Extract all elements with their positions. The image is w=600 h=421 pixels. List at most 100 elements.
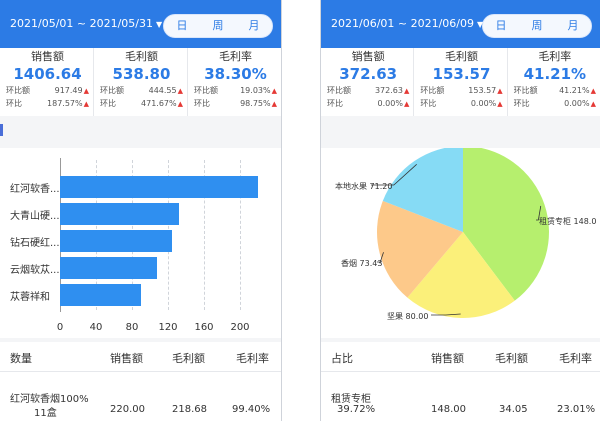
left-summary-stats: 销售额 1406.64 环比额 917.49▲ 环比 187.57%▲ 毛利额 53…	[0, 48, 281, 116]
product-margin: 99.40%	[232, 404, 271, 415]
stat-label: 毛利额	[125, 50, 158, 63]
stat-row: 环比 0.00%▲	[327, 99, 410, 108]
product-sales: 220.00	[110, 404, 145, 415]
bar-category-label: 云烟软苁...	[10, 265, 60, 276]
right-period-tabs: 日 周 月	[482, 14, 592, 38]
top-products-bar-chart: 0 40 80 120 160 200 红河软香... 大青山硬... 钻石硬红... 云烟软苁.…	[0, 148, 281, 338]
stat-label: 销售额	[351, 50, 385, 63]
column-header-margin[interactable]: 毛利率	[559, 350, 592, 366]
x-tick-label: 0	[56, 322, 64, 333]
pie-slice-label: 租赁专柜 148.0	[539, 217, 597, 226]
stat-row: 环比额 372.63▲	[327, 86, 410, 95]
pie-slice-label: 坚果 80.00	[387, 312, 429, 321]
category-name: 租赁专柜	[331, 394, 371, 405]
category-share: 39.72%	[337, 404, 376, 415]
bar[interactable]	[60, 203, 179, 225]
stat-row: 环比额 19.03%▲	[194, 86, 277, 95]
stat-value: 1406.64	[13, 65, 82, 83]
x-tick-label: 80	[125, 322, 139, 333]
category-share-pie-chart: 租赁专柜 148.0 坚果 80.00 香烟 73.43 本地水果 71.20	[321, 146, 600, 338]
stat-row: 环比额 917.49▲	[6, 86, 89, 95]
product-quantity: 11盒	[34, 408, 57, 419]
bar-category-label: 钻石硬红...	[10, 238, 60, 249]
x-tick-label: 120	[158, 322, 178, 333]
stat-sales: 销售额 1406.64 环比额 917.49▲ 环比 187.57%▲	[0, 48, 94, 116]
right-report-panel: 2021/06/01 ~ 2021/06/09 ▼ 日 周 月 销售额 372.6…	[320, 0, 600, 421]
table-header: 占比 销售额 毛利额 毛利率	[321, 342, 600, 372]
arrow-up-icon: ▲	[271, 87, 277, 95]
column-header-sales[interactable]: 销售额	[110, 350, 143, 366]
stat-value: 41.21%	[523, 65, 587, 83]
right-summary-stats: 销售额 372.63 环比额 372.63▲ 环比 0.00%▲ 毛利额 153.5…	[321, 48, 600, 116]
arrow-up-icon: ▲	[177, 100, 183, 108]
stat-row: 环比额 41.21%▲	[513, 86, 596, 95]
bar[interactable]	[60, 257, 158, 279]
arrow-up-icon: ▲	[271, 100, 277, 108]
arrow-up-icon: ▲	[83, 100, 89, 108]
arrow-up-icon: ▲	[403, 100, 410, 108]
category-profit: 34.05	[499, 404, 528, 415]
stat-value: 372.63	[339, 65, 398, 83]
arrow-up-icon: ▲	[403, 87, 410, 95]
stat-value: 38.30%	[204, 65, 267, 83]
column-header-share[interactable]: 占比	[331, 350, 353, 366]
tab-week[interactable]: 周	[200, 15, 236, 37]
right-date-range-picker[interactable]: 2021/06/01 ~ 2021/06/09 ▼	[331, 17, 483, 30]
stat-row: 环比额 444.55▲	[100, 86, 183, 95]
column-header-quantity[interactable]: 数量	[10, 350, 32, 366]
tab-day[interactable]: 日	[164, 15, 200, 37]
left-date-range-text: 2021/05/01 ~ 2021/05/31	[10, 17, 154, 30]
stat-gross-profit: 毛利额 153.57 环比额 153.57▲ 环比 0.00%▲	[414, 48, 508, 116]
arrow-up-icon: ▲	[177, 87, 183, 95]
bar[interactable]	[60, 176, 258, 198]
left-report-panel: 2021/05/01 ~ 2021/05/31 ▼ 日 周 月 销售额 1406.…	[0, 0, 282, 421]
stat-label: 毛利率	[219, 50, 252, 63]
pie-svg	[371, 146, 549, 318]
arrow-up-icon: ▲	[83, 87, 89, 95]
right-category-table: 占比 销售额 毛利额 毛利率 租赁专柜 39.72% 148.00 34.05 …	[321, 342, 600, 421]
left-header-bar: 2021/05/01 ~ 2021/05/31 ▼ 日 周 月	[0, 0, 281, 48]
right-date-range-text: 2021/06/01 ~ 2021/06/09	[331, 17, 475, 30]
stat-row: 环比 0.00%▲	[420, 99, 503, 108]
arrow-up-icon: ▲	[590, 87, 596, 95]
category-margin: 23.01%	[557, 404, 596, 415]
left-date-range-picker[interactable]: 2021/05/01 ~ 2021/05/31 ▼	[10, 17, 162, 30]
arrow-up-icon: ▲	[590, 100, 596, 108]
stat-margin-rate: 毛利率 41.21% 环比额 41.21%▲ 环比 0.00%▲	[508, 48, 600, 116]
bar-category-label: 大青山硬...	[10, 211, 60, 222]
x-tick-label: 200	[230, 322, 250, 333]
stat-value: 538.80	[112, 65, 171, 83]
stat-row: 环比 187.57%▲	[6, 99, 89, 108]
right-header-bar: 2021/06/01 ~ 2021/06/09 ▼ 日 周 月	[321, 0, 600, 48]
bar[interactable]	[60, 230, 172, 252]
stat-value: 153.57	[432, 65, 491, 83]
x-tick-label: 160	[194, 322, 214, 333]
tab-month[interactable]: 月	[236, 15, 272, 37]
column-header-sales[interactable]: 销售额	[431, 350, 464, 366]
stat-margin-rate: 毛利率 38.30% 环比额 19.03%▲ 环比 98.75%▲	[188, 48, 281, 116]
stat-label: 毛利额	[444, 50, 478, 63]
stat-gross-profit: 毛利额 538.80 环比额 444.55▲ 环比 471.67%▲	[94, 48, 188, 116]
bar-category-label: 红河软香...	[10, 184, 60, 195]
stat-label: 销售额	[31, 50, 64, 63]
category-sales: 148.00	[431, 404, 466, 415]
tab-month[interactable]: 月	[555, 15, 591, 37]
pie-slice-label: 香烟 73.43	[341, 259, 383, 268]
column-header-profit[interactable]: 毛利额	[172, 350, 205, 366]
product-name: 红河软香烟100%	[10, 394, 89, 405]
pie-slice-label: 本地水果 71.20	[335, 182, 393, 191]
chevron-down-icon: ▼	[156, 20, 163, 29]
bar[interactable]	[60, 284, 141, 306]
column-header-margin[interactable]: 毛利率	[236, 350, 269, 366]
product-profit: 218.68	[172, 404, 207, 415]
stat-row: 环比 98.75%▲	[194, 99, 277, 108]
tab-day[interactable]: 日	[483, 15, 519, 37]
column-header-profit[interactable]: 毛利额	[495, 350, 528, 366]
left-period-tabs: 日 周 月	[163, 14, 273, 38]
stat-label: 毛利率	[538, 50, 572, 63]
arrow-up-icon: ▲	[497, 100, 503, 108]
tab-week[interactable]: 周	[519, 15, 555, 37]
section-scroll-handle[interactable]	[0, 124, 3, 136]
bar-category-label: 苁蓉祥和	[10, 292, 50, 303]
left-product-table: 数量 销售额 毛利额 毛利率 红河软香烟100% 11盒 220.00 218.…	[0, 342, 281, 421]
